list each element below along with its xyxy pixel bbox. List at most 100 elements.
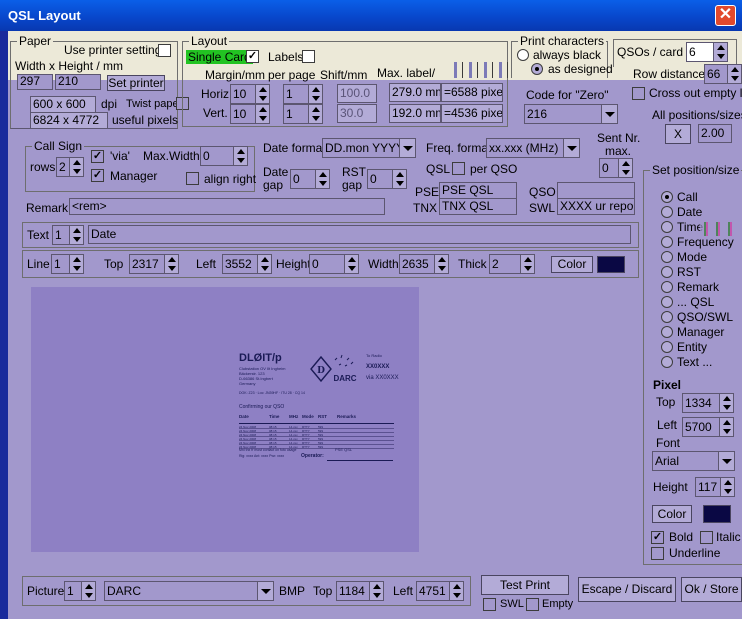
line-color-button[interactable]: Color (551, 256, 593, 273)
all-positions-x-input[interactable]: 2.00 (698, 124, 732, 143)
position-radio[interactable] (661, 296, 673, 308)
sent-nr-label-1: Sent Nr. (597, 131, 641, 145)
always-black-radio[interactable] (517, 49, 529, 61)
close-button[interactable]: ✕ (715, 5, 736, 26)
position-radio[interactable] (661, 206, 673, 218)
pos-height-spinner[interactable]: 117 (695, 477, 735, 497)
line-thick-spinner[interactable]: 2 (489, 254, 535, 274)
position-radio[interactable] (661, 236, 673, 248)
pos-left-spinner[interactable]: 5700 (682, 417, 734, 437)
code-zero-select[interactable]: 216 (524, 104, 618, 124)
qso-input[interactable] (557, 182, 635, 199)
position-radio[interactable] (661, 311, 673, 323)
position-radio[interactable] (661, 326, 673, 338)
text-input[interactable]: Date (88, 225, 631, 244)
picture-index-spinner[interactable]: 1 (64, 581, 96, 601)
qsl-card-preview[interactable]: DLØIT/p Clubstation OV Ilt Ingheim Bäcke… (31, 287, 419, 552)
line-width-label: Width (368, 257, 399, 271)
qsos-per-card-spinner[interactable]: 6 (686, 42, 728, 62)
font-select[interactable]: Arial (652, 451, 735, 471)
picture-select[interactable]: DARC (104, 581, 274, 601)
picture-label: Picture (27, 584, 65, 598)
position-radio[interactable] (661, 356, 673, 368)
rows-value: 2 (59, 160, 66, 174)
position-label: Remark (677, 280, 720, 294)
line-label: Line (27, 257, 50, 271)
position-radio[interactable] (661, 266, 673, 278)
all-positions-x-button[interactable]: X (665, 124, 691, 144)
underline-checkbox[interactable] (651, 547, 664, 560)
paper-height-input[interactable]: 210 (55, 74, 101, 90)
labels-checkbox[interactable] (302, 50, 315, 63)
swl-input[interactable]: XXXX ur report (557, 198, 635, 215)
date-format-value: DD.mon YYYY (325, 141, 405, 155)
align-right-checkbox[interactable] (186, 172, 199, 185)
max-width-spinner[interactable]: 0 (200, 146, 248, 166)
line-height-spinner[interactable]: 0 (309, 254, 359, 274)
position-radio[interactable] (661, 251, 673, 263)
picture-left-spinner[interactable]: 4751 (416, 581, 464, 601)
date-format-select[interactable]: DD.mon YYYY (322, 138, 416, 158)
chevron-down-icon (718, 452, 734, 470)
ok-store-button[interactable]: Ok / Store (681, 577, 742, 602)
line-top-spinner[interactable]: 2317 (129, 254, 179, 274)
rows-spinner[interactable]: 2 (56, 157, 84, 177)
as-designed-radio[interactable] (531, 63, 543, 75)
paper-size-label: Width x Height / mm (15, 59, 124, 73)
position-radio[interactable] (661, 191, 673, 203)
pos-top-spinner[interactable]: 1334 (682, 393, 734, 413)
remark-input[interactable]: <rem> (69, 198, 385, 215)
position-label: Call (677, 190, 698, 204)
line-width-spinner[interactable]: 2635 (399, 254, 449, 274)
horiz-perpage-spinner[interactable]: 1 (283, 84, 323, 104)
max-width-label: Max.Width (143, 149, 200, 163)
set-printer-button[interactable]: Set printer (107, 75, 165, 91)
vert-shift-input[interactable]: 30.0 (337, 104, 377, 123)
line-left-spinner[interactable]: 3552 (222, 254, 272, 274)
escape-discard-button[interactable]: Escape / Discard (578, 577, 676, 602)
position-label: RST (677, 265, 701, 279)
position-label: Mode (677, 250, 708, 264)
per-qso-label: per QSO (470, 162, 518, 176)
test-swl-checkbox[interactable] (483, 598, 496, 611)
always-black-label: always black (533, 48, 602, 62)
rst-gap-label-1: RST (342, 165, 366, 179)
line-height-value: 0 (312, 257, 319, 271)
date-gap-spinner[interactable]: 0 (290, 169, 330, 189)
bold-checkbox[interactable]: ✓ (651, 531, 664, 544)
pse-input[interactable]: PSE QSL (439, 182, 517, 199)
italic-checkbox[interactable] (700, 531, 713, 544)
test-print-button[interactable]: Test Print (481, 575, 569, 595)
via-checkbox[interactable]: ✓ (91, 150, 104, 163)
svg-text:D: D (317, 366, 325, 376)
rst-gap-spinner[interactable]: 0 (367, 169, 407, 189)
preview-row-line (239, 428, 394, 429)
position-radio[interactable] (661, 281, 673, 293)
horiz-margin-spinner[interactable]: 10 (230, 84, 270, 104)
position-radio[interactable] (661, 341, 673, 353)
text-index-spinner[interactable]: 1 (52, 225, 84, 245)
vert-perpage-spinner[interactable]: 1 (283, 104, 323, 124)
cross-out-checkbox[interactable] (632, 87, 645, 100)
manager-checkbox[interactable]: ✓ (91, 169, 104, 182)
freq-format-select[interactable]: xx.xxx (MHz) (486, 138, 580, 158)
row-distance-spinner[interactable]: 66 (704, 64, 742, 84)
picture-top-spinner[interactable]: 1184 (336, 581, 384, 601)
preview-header-cell: RST (318, 414, 327, 419)
line-top-label: Top (104, 257, 124, 271)
test-empty-checkbox[interactable] (526, 598, 539, 611)
sent-nr-spinner[interactable]: 0 (599, 158, 633, 178)
dpi-value: 600 x 600 (30, 96, 96, 113)
twist-paper-label: Twist paper (126, 98, 183, 110)
horiz-shift-input[interactable]: 100.0 (337, 84, 377, 103)
position-radio[interactable] (661, 221, 673, 233)
paper-width-input[interactable]: 297 (17, 74, 53, 90)
use-printer-checkbox[interactable] (158, 44, 171, 57)
pos-color-button[interactable]: Color (652, 505, 692, 523)
line-index-spinner[interactable]: 1 (51, 254, 84, 274)
close-icon: ✕ (718, 6, 733, 23)
per-qso-checkbox[interactable] (452, 162, 465, 175)
vert-margin-spinner[interactable]: 10 (230, 104, 270, 124)
tnx-input[interactable]: TNX QSL (439, 198, 517, 215)
single-card-checkbox[interactable]: ✓ (246, 50, 259, 63)
